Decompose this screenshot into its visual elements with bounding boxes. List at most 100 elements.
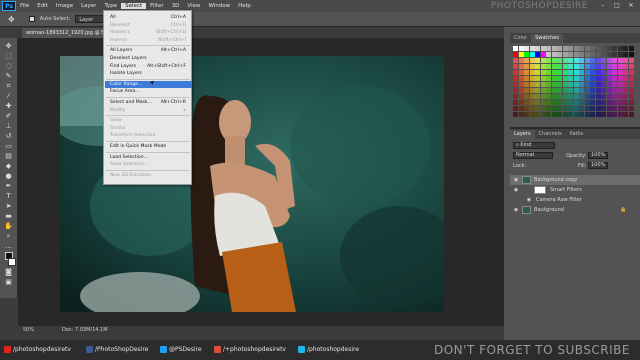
swatch-cell[interactable] xyxy=(573,76,579,81)
fill-field[interactable]: 100% xyxy=(588,162,608,169)
swatch-cell[interactable] xyxy=(617,100,623,105)
swatch-cell[interactable] xyxy=(518,46,524,51)
swatch-cell[interactable] xyxy=(606,76,612,81)
swatch-cell[interactable] xyxy=(529,112,535,117)
swatch-cell[interactable] xyxy=(590,112,595,117)
eye-icon[interactable]: ◉ xyxy=(513,187,519,193)
swatch-cell[interactable] xyxy=(612,106,617,111)
swatch-cell[interactable] xyxy=(606,58,612,63)
swatch-cell[interactable] xyxy=(573,64,579,69)
swatch-cell[interactable] xyxy=(540,46,546,51)
swatch-cell[interactable] xyxy=(546,58,551,63)
swatch-cell[interactable] xyxy=(623,82,628,87)
swatch-cell[interactable] xyxy=(584,46,590,51)
swatch-cell[interactable] xyxy=(590,64,595,69)
swatch-cell[interactable] xyxy=(612,100,617,105)
swatch-cell[interactable] xyxy=(535,76,540,81)
swatch-cell[interactable] xyxy=(573,94,579,99)
swatch-cell[interactable] xyxy=(628,106,634,111)
auto-select-dropdown[interactable]: Layer xyxy=(75,15,105,23)
swatch-cell[interactable] xyxy=(573,70,579,75)
swatch-cell[interactable] xyxy=(568,94,573,99)
swatch-cell[interactable] xyxy=(529,58,535,63)
layer-name[interactable]: Smart Filters xyxy=(550,185,582,195)
swatch-cell[interactable] xyxy=(518,70,524,75)
swatch-cell[interactable] xyxy=(595,52,601,57)
lasso-icon[interactable]: ◌ xyxy=(3,62,14,70)
swatch-cell[interactable] xyxy=(579,100,584,105)
move-icon[interactable]: ✥ xyxy=(3,42,14,50)
eraser-icon[interactable]: ▭ xyxy=(3,142,14,150)
swatch-cell[interactable] xyxy=(546,64,551,69)
swatch-cell[interactable] xyxy=(584,106,590,111)
menu-item[interactable]: Deselect Layers xyxy=(110,55,190,62)
swatch-cell[interactable] xyxy=(557,100,562,105)
swatch-cell[interactable] xyxy=(623,100,628,105)
swatch-cell[interactable] xyxy=(617,112,623,117)
close-icon[interactable]: ✕ xyxy=(624,1,638,10)
menu-item[interactable]: Save Selection... xyxy=(110,161,190,168)
swatch-cell[interactable] xyxy=(518,106,524,111)
swatch-cell[interactable] xyxy=(601,88,606,93)
swatch-cell[interactable] xyxy=(606,100,612,105)
swatch-cell[interactable] xyxy=(551,82,557,87)
swatch-cell[interactable] xyxy=(579,88,584,93)
move-tool-icon[interactable]: ✥ xyxy=(8,15,15,24)
menu-select[interactable]: Select xyxy=(121,3,147,9)
swatch-cell[interactable] xyxy=(551,88,557,93)
layer-name[interactable]: Camera Raw Filter xyxy=(536,195,582,205)
swatch-cell[interactable] xyxy=(524,76,529,81)
swatch-cell[interactable] xyxy=(579,112,584,117)
swatch-cell[interactable] xyxy=(546,82,551,87)
swatch-cell[interactable] xyxy=(606,46,612,51)
auto-select-checkbox[interactable] xyxy=(28,16,35,22)
path-select-icon[interactable]: ➤ xyxy=(3,202,14,210)
menu-item[interactable]: Reselect Shift+Ctrl+D xyxy=(110,29,190,36)
swatch-cell[interactable] xyxy=(524,100,529,105)
swatch-cell[interactable] xyxy=(540,58,546,63)
swatch-cell[interactable] xyxy=(606,64,612,69)
swatch-cell[interactable] xyxy=(590,82,595,87)
youtube-link[interactable]: /photoshopdesiretv xyxy=(4,346,71,353)
swatch-cell[interactable] xyxy=(551,70,557,75)
swatch-cell[interactable] xyxy=(546,112,551,117)
swatch-cell[interactable] xyxy=(606,94,612,99)
menu-item[interactable]: Deselect Ctrl+D xyxy=(110,22,190,29)
swatch-cell[interactable] xyxy=(617,88,623,93)
swatch-cell[interactable] xyxy=(562,112,568,117)
swatch-cell[interactable] xyxy=(513,76,518,81)
swatch-cell[interactable] xyxy=(579,82,584,87)
swatch-cell[interactable] xyxy=(568,52,573,57)
swatch-cell[interactable] xyxy=(628,70,634,75)
swatch-cell[interactable] xyxy=(628,94,634,99)
swatch-cell[interactable] xyxy=(606,70,612,75)
menu-item[interactable]: Isolate Layers xyxy=(110,70,190,77)
layer-name[interactable]: Background copy xyxy=(534,175,577,185)
swatch-cell[interactable] xyxy=(606,52,612,57)
swatch-cell[interactable] xyxy=(524,88,529,93)
stamp-icon[interactable]: ⊥ xyxy=(3,122,14,130)
swatch-cell[interactable] xyxy=(628,58,634,63)
swatch-cell[interactable] xyxy=(518,52,524,57)
swatch-cell[interactable] xyxy=(573,88,579,93)
swatch-cell[interactable] xyxy=(617,58,623,63)
swatch-cell[interactable] xyxy=(535,46,540,51)
swatch-cell[interactable] xyxy=(568,64,573,69)
swatch-cell[interactable] xyxy=(601,112,606,117)
swatch-cell[interactable] xyxy=(524,64,529,69)
swatch-cell[interactable] xyxy=(617,46,623,51)
swatch-cell[interactable] xyxy=(595,94,601,99)
swatch-cell[interactable] xyxy=(573,52,579,57)
swatch-cell[interactable] xyxy=(540,82,546,87)
swatch-cell[interactable] xyxy=(590,52,595,57)
layer-row[interactable]: ◉ Background copy xyxy=(510,175,640,185)
swatch-cell[interactable] xyxy=(590,58,595,63)
pen-icon[interactable]: ✒ xyxy=(3,182,14,190)
swatch-cell[interactable] xyxy=(529,76,535,81)
swatch-cell[interactable] xyxy=(584,82,590,87)
swatch-cell[interactable] xyxy=(568,112,573,117)
swatch-cell[interactable] xyxy=(623,88,628,93)
swatch-cell[interactable] xyxy=(551,106,557,111)
swatch-cell[interactable] xyxy=(573,46,579,51)
swatch-cell[interactable] xyxy=(529,70,535,75)
